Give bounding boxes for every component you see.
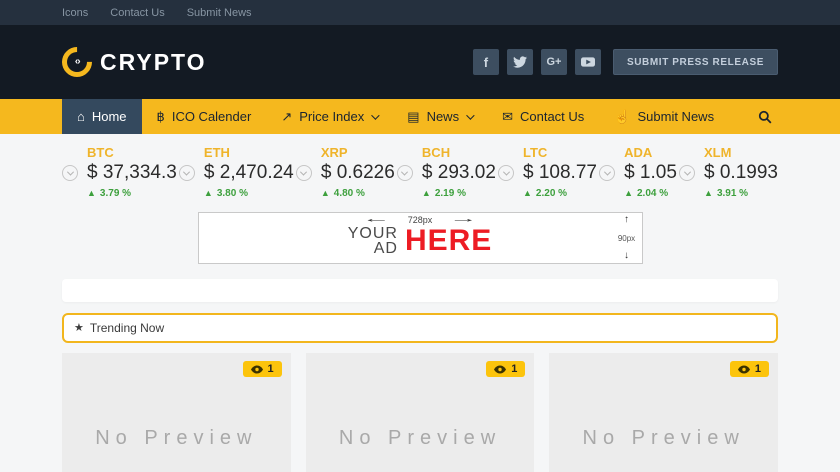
coin-symbol: BCH bbox=[421, 145, 451, 160]
coin-symbol: ADA bbox=[624, 145, 653, 160]
up-arrow-icon: ▲ bbox=[624, 188, 633, 198]
coin-change: ▲ 3.80 % bbox=[203, 188, 248, 199]
coin-change: ▲ 3.79 % bbox=[87, 188, 132, 199]
site-header: ‹› CRYPTO f G+ SUBMIT PRESS RELEASE bbox=[0, 25, 840, 99]
ticker-coin: BTC $ 37,334.3 ▲ 3.79 % bbox=[62, 145, 177, 199]
up-arrow-icon: ▲ bbox=[523, 188, 532, 198]
search-button[interactable] bbox=[752, 99, 778, 134]
top-utility-bar: Icons Contact Us Submit News bbox=[0, 0, 840, 25]
coin-price: $ 293.02 bbox=[421, 162, 496, 183]
submit-press-release-button[interactable]: SUBMIT PRESS RELEASE bbox=[612, 49, 778, 75]
coin-price: $ 0.1993 bbox=[704, 162, 778, 183]
trending-cards-row: 1 No Preview 1 No Preview 1 No Preview bbox=[62, 353, 779, 472]
coin-change: ▲ 2.20 % bbox=[523, 188, 568, 199]
trending-label: Trending Now bbox=[89, 321, 165, 335]
chevron-down-icon[interactable] bbox=[599, 165, 616, 181]
up-arrow-icon: ▲ bbox=[320, 188, 330, 198]
nav-item-home[interactable]: ⌂ Home bbox=[62, 99, 142, 134]
coin-price: $ 2,470.24 bbox=[203, 162, 294, 183]
coin-symbol: LTC bbox=[523, 145, 548, 160]
ad-banner-728x90[interactable]: ← 728px → YOUR AD HERE ↑ 90px ↓ bbox=[197, 212, 643, 264]
ticker-coin: BCH $ 293.02 ▲ 2.19 % bbox=[396, 145, 496, 199]
coin-change: ▲ 2.19 % bbox=[421, 188, 466, 199]
home-icon: ⌂ bbox=[77, 109, 85, 124]
main-navbar: ⌂ Home ฿ ICO Calender ↗ Price Index ▤ Ne… bbox=[0, 99, 840, 134]
chart-icon: ↗ bbox=[281, 109, 293, 124]
ad-height-indicator: ↑ 90px ↓ bbox=[617, 214, 636, 261]
eye-icon bbox=[250, 365, 263, 373]
up-arrow-icon: ▲ bbox=[421, 188, 431, 198]
no-preview-text: No Preview bbox=[338, 426, 502, 449]
coin-price: $ 1.05 bbox=[624, 162, 677, 183]
twitter-icon[interactable] bbox=[506, 49, 533, 75]
chevron-down-icon[interactable] bbox=[396, 165, 413, 181]
views-badge: 1 bbox=[242, 361, 282, 377]
chevron-down-icon[interactable] bbox=[679, 165, 696, 181]
nav-item-news[interactable]: ▤ News bbox=[392, 99, 487, 134]
ticker-coin: XLM $ 0.1993 ▲ 3.91 % bbox=[679, 145, 778, 199]
chevron-down-icon[interactable] bbox=[62, 165, 78, 181]
no-preview-text: No Preview bbox=[582, 426, 745, 449]
site-title: CRYPTO bbox=[100, 48, 207, 75]
facebook-icon[interactable]: f bbox=[472, 49, 499, 75]
coin-symbol: XLM bbox=[704, 145, 732, 160]
up-arrow-icon: ▲ bbox=[704, 188, 713, 198]
nav-item-ico-calender[interactable]: ฿ ICO Calender bbox=[142, 99, 267, 134]
no-preview-text: No Preview bbox=[95, 426, 258, 449]
nav-item-price-index[interactable]: ↗ Price Index bbox=[266, 99, 392, 134]
nav-item-submit-news[interactable]: ☝ Submit News bbox=[599, 99, 729, 134]
coin-change: ▲ 4.80 % bbox=[320, 188, 365, 199]
google-plus-icon[interactable]: G+ bbox=[540, 49, 567, 75]
bitcoin-icon: ฿ bbox=[156, 109, 165, 124]
up-arrow-icon: ↑ bbox=[624, 214, 629, 225]
price-ticker: BTC $ 37,334.3 ▲ 3.79 % ETH $ 2,470.24 ▲… bbox=[0, 134, 840, 199]
youtube-icon[interactable] bbox=[574, 49, 601, 75]
coin-change: ▲ 2.04 % bbox=[624, 188, 669, 199]
ad-width-indicator: ← 728px → bbox=[361, 213, 479, 225]
chevron-down-icon bbox=[466, 110, 475, 120]
article-card[interactable]: 1 No Preview bbox=[62, 353, 291, 472]
star-icon: ★ bbox=[74, 321, 84, 334]
news-ticker-bar bbox=[62, 279, 778, 302]
ticker-coin: ADA $ 1.05 ▲ 2.04 % bbox=[599, 145, 677, 199]
site-logo[interactable]: ‹› CRYPTO bbox=[55, 40, 207, 84]
ticker-coin: XRP $ 0.6226 ▲ 4.80 % bbox=[295, 145, 395, 199]
coin-price: $ 0.6226 bbox=[320, 162, 395, 183]
trending-now-bar: ★ Trending Now bbox=[62, 313, 778, 343]
crypto-logo-icon: ‹› bbox=[55, 40, 99, 84]
up-arrow-icon: ▲ bbox=[87, 188, 96, 198]
chevron-down-icon bbox=[371, 110, 380, 120]
right-arrow-icon: → bbox=[449, 213, 479, 225]
coin-price: $ 37,334.3 bbox=[87, 162, 177, 183]
hand-icon: ☝ bbox=[614, 109, 631, 124]
eye-icon bbox=[737, 365, 750, 373]
chevron-down-icon[interactable] bbox=[295, 165, 312, 181]
eye-icon bbox=[494, 365, 507, 373]
topbar-link-contact-us[interactable]: Contact Us bbox=[110, 7, 164, 19]
article-card[interactable]: 1 No Preview bbox=[305, 353, 535, 472]
coin-price: $ 108.77 bbox=[523, 162, 597, 183]
newspaper-icon: ▤ bbox=[407, 109, 420, 124]
nav-item-contact-us[interactable]: ✉ Contact Us bbox=[487, 99, 599, 134]
article-card[interactable]: 1 No Preview bbox=[549, 353, 779, 472]
envelope-icon: ✉ bbox=[502, 109, 513, 124]
views-badge: 1 bbox=[486, 361, 526, 377]
coin-change: ▲ 3.91 % bbox=[704, 188, 749, 199]
left-arrow-icon: ← bbox=[361, 213, 391, 225]
coin-symbol: ETH bbox=[203, 145, 230, 160]
ticker-coin: LTC $ 108.77 ▲ 2.20 % bbox=[498, 145, 597, 199]
up-arrow-icon: ▲ bbox=[203, 188, 213, 198]
down-arrow-icon: ↓ bbox=[624, 250, 629, 261]
search-icon bbox=[758, 110, 772, 123]
coin-symbol: XRP bbox=[320, 145, 348, 160]
ad-placeholder-text: YOUR AD HERE bbox=[347, 224, 493, 257]
views-badge: 1 bbox=[729, 361, 770, 377]
topbar-link-icons[interactable]: Icons bbox=[62, 7, 88, 19]
chevron-down-icon[interactable] bbox=[178, 165, 195, 181]
chevron-down-icon[interactable] bbox=[498, 165, 514, 181]
ticker-coin: ETH $ 2,470.24 ▲ 3.80 % bbox=[178, 145, 294, 199]
topbar-link-submit-news[interactable]: Submit News bbox=[187, 7, 252, 19]
coin-symbol: BTC bbox=[87, 145, 114, 160]
